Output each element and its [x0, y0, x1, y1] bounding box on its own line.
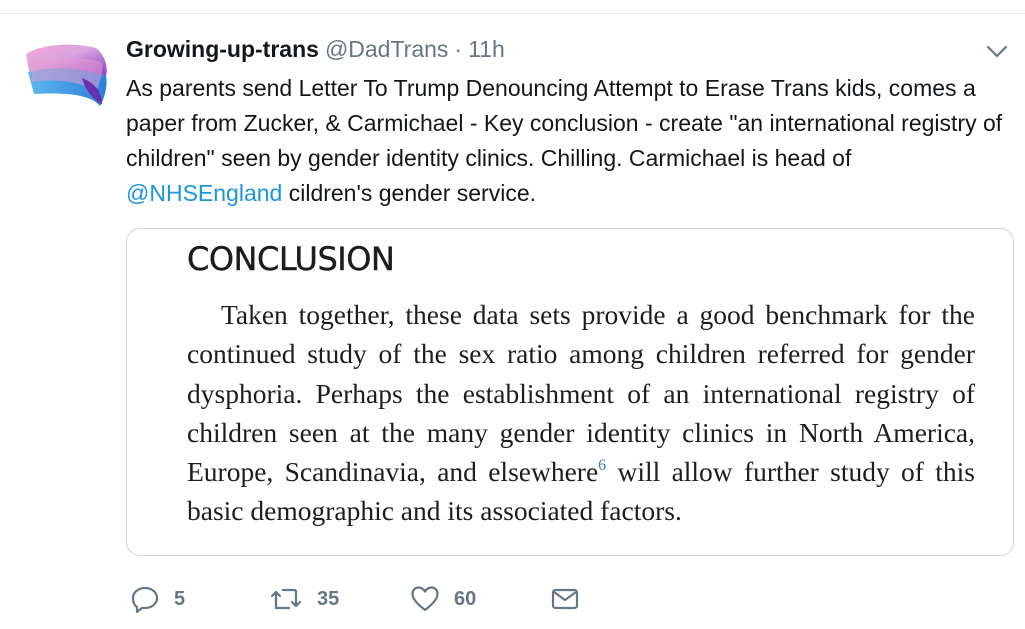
direct-message-button[interactable] — [550, 580, 580, 618]
reply-icon — [130, 585, 160, 613]
mention-link[interactable]: @NHSEngland — [126, 180, 282, 206]
tweet-header: Growing-up-trans @DadTrans · 11h — [126, 36, 505, 68]
tweet-text: As parents send Letter To Trump Denounci… — [126, 71, 1006, 211]
avatar-image — [26, 44, 107, 106]
separator-dot: · — [454, 36, 463, 62]
image-heading: CONCLUSION — [187, 240, 395, 278]
retweet-icon — [269, 586, 303, 612]
like-count: 60 — [454, 587, 477, 610]
attached-image[interactable]: CONCLUSION Taken together, these data se… — [126, 228, 1014, 556]
display-name[interactable]: Growing-up-trans — [126, 36, 319, 63]
tweet-text-body: As parents send Letter To Trump Denounci… — [126, 75, 1003, 171]
reply-count: 5 — [174, 587, 186, 610]
retweet-button[interactable]: 35 — [269, 580, 339, 618]
tweet-text-tail: cildren's gender service. — [282, 180, 537, 206]
envelope-icon — [550, 586, 580, 612]
retweet-count: 35 — [317, 587, 340, 610]
user-handle[interactable]: @DadTrans — [325, 36, 448, 63]
heart-icon — [410, 585, 440, 613]
avatar[interactable] — [22, 42, 110, 110]
reply-button[interactable]: 5 — [130, 580, 185, 618]
footnote-marker: 6 — [598, 457, 607, 475]
tweet[interactable]: Growing-up-trans @DadTrans · 11h As pare… — [0, 0, 1025, 629]
chevron-down-icon[interactable] — [986, 44, 1008, 60]
like-button[interactable]: 60 — [410, 580, 476, 618]
action-bar: 5 35 60 — [126, 580, 1006, 620]
timestamp[interactable]: 11h — [468, 36, 505, 63]
image-body-text: Taken together, these data sets provide … — [187, 295, 975, 531]
